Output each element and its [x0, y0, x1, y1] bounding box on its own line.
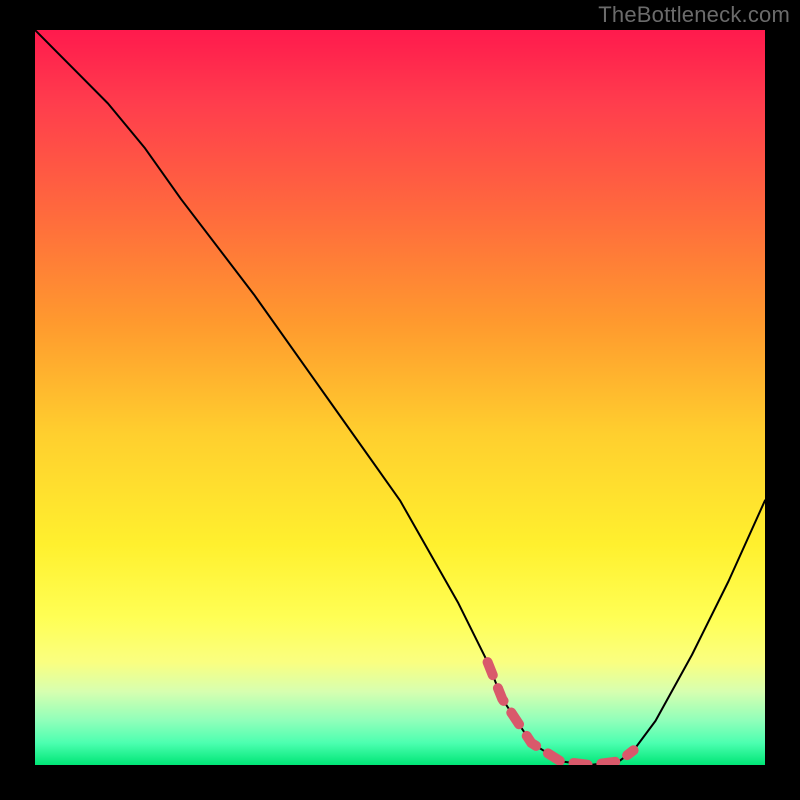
chart-frame: TheBottleneck.com — [0, 0, 800, 800]
bottleneck-curve — [35, 30, 765, 765]
plot-overlay — [35, 30, 765, 765]
optimal-range-highlight — [488, 662, 634, 765]
watermark-label: TheBottleneck.com — [598, 2, 790, 28]
